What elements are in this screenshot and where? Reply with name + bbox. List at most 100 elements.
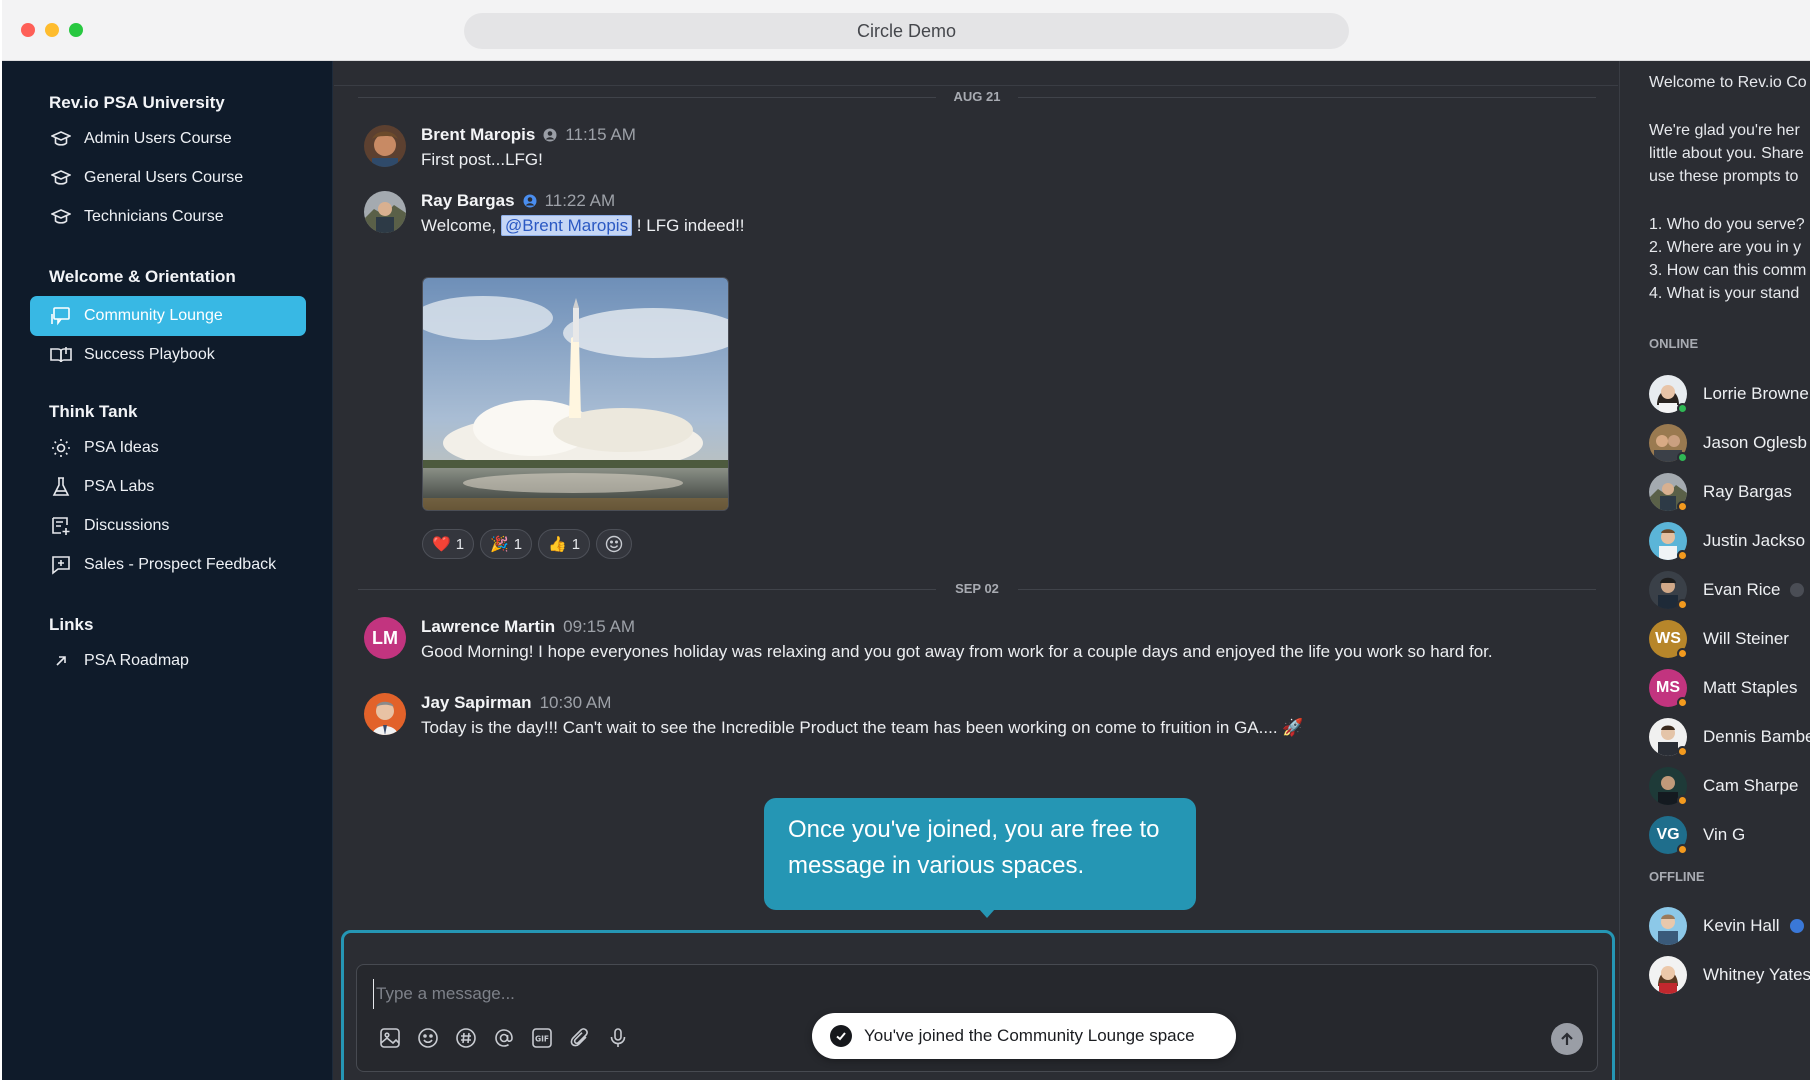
- sidebar-item-psa-labs[interactable]: PSA Labs: [30, 467, 306, 507]
- member-name: Matt Staples: [1703, 678, 1798, 697]
- reaction-party[interactable]: 🎉 1: [480, 529, 533, 559]
- divider: [334, 85, 1618, 86]
- avatar: [1649, 375, 1688, 414]
- attachment-button[interactable]: [567, 1025, 593, 1051]
- avatar: [1649, 571, 1688, 610]
- section-title-think-tank: Think Tank: [49, 402, 138, 421]
- arrow-up-icon: [1561, 1032, 1573, 1045]
- onboarding-tooltip: Once you've joined, you are free to mess…: [764, 798, 1196, 910]
- reaction-heart[interactable]: ❤️ 1: [422, 529, 475, 559]
- mention-button[interactable]: [491, 1025, 517, 1051]
- member-item[interactable]: MS Matt Staples: [1649, 668, 1798, 708]
- online-section-label: ONLINE: [1649, 336, 1699, 351]
- status-away-dot: [1677, 844, 1688, 855]
- thumbs-up-emoji: 👍: [548, 536, 567, 553]
- sidebar-item-community-lounge[interactable]: Community Lounge: [30, 296, 306, 336]
- reaction-thumbs-up[interactable]: 👍 1: [538, 529, 591, 559]
- emoji-button[interactable]: [415, 1025, 441, 1051]
- check-circle-icon: [830, 1025, 852, 1047]
- space-description-line: little about you. Share: [1649, 145, 1804, 162]
- member-badge: [1790, 583, 1805, 597]
- member-item[interactable]: WS Will Steiner: [1649, 619, 1789, 659]
- status-away-dot: [1677, 795, 1688, 806]
- member-item[interactable]: Kevin Hall: [1649, 906, 1804, 946]
- message-author[interactable]: Jay Sapirman: [421, 693, 532, 713]
- avatar[interactable]: [364, 191, 406, 233]
- admin-badge-icon: [523, 194, 537, 208]
- sidebar-item-label: PSA Ideas: [84, 439, 159, 456]
- message-author[interactable]: Lawrence Martin: [421, 617, 555, 637]
- book-icon: [50, 344, 72, 366]
- status-away-dot: [1677, 501, 1688, 512]
- member-item[interactable]: Justin Jackso: [1649, 521, 1805, 561]
- avatar[interactable]: LM: [364, 617, 406, 659]
- send-button[interactable]: [1551, 1023, 1583, 1055]
- member-name: Ray Bargas: [1703, 482, 1792, 501]
- member-item[interactable]: Evan Rice: [1649, 570, 1805, 610]
- message-author[interactable]: Ray Bargas: [421, 191, 515, 211]
- member-item[interactable]: Jason Oglesb: [1649, 423, 1807, 463]
- sidebar-item-label: PSA Labs: [84, 478, 155, 495]
- smiley-icon: [418, 1028, 438, 1048]
- at-sign-icon: [495, 1029, 513, 1047]
- avatar: WS: [1649, 620, 1688, 659]
- message-time: 09:15 AM: [563, 617, 635, 636]
- zoom-window-button[interactable]: [69, 23, 83, 37]
- discussion-icon: [50, 515, 72, 537]
- member-item[interactable]: Dennis Bambe: [1649, 717, 1810, 757]
- message-author[interactable]: Brent Maropis: [421, 125, 535, 145]
- member-item[interactable]: Cam Sharpe: [1649, 766, 1798, 806]
- message-time: 11:22 AM: [544, 191, 616, 210]
- section-title-links: Links: [49, 615, 94, 634]
- member-item[interactable]: VG Vin G: [1649, 815, 1745, 855]
- avatar: VG: [1649, 816, 1688, 855]
- graduation-cap-icon: [50, 206, 72, 228]
- space-description-line: use these prompts to: [1649, 168, 1799, 185]
- member-name: Jason Oglesb: [1703, 433, 1807, 452]
- user-mention[interactable]: @Brent Maropis: [501, 215, 633, 236]
- image-attachment[interactable]: [422, 277, 729, 511]
- sidebar-item-discussions[interactable]: Discussions: [30, 506, 306, 546]
- sidebar-item-label: Sales - Prospect Feedback: [84, 556, 277, 573]
- party-emoji: 🎉: [490, 536, 509, 553]
- member-item[interactable]: Ray Bargas: [1649, 472, 1792, 512]
- title-bar: Circle Demo: [2, 0, 1810, 61]
- sidebar-item-label: Admin Users Course: [84, 130, 232, 147]
- sidebar-item-psa-roadmap[interactable]: PSA Roadmap: [30, 641, 306, 681]
- member-badge-icon: [543, 128, 557, 142]
- sidebar-item-technicians-course[interactable]: Technicians Course: [30, 197, 306, 237]
- date-label: AUG 21: [953, 89, 1001, 104]
- reaction-count: 1: [571, 535, 581, 553]
- joined-toast: You've joined the Community Lounge space: [812, 1013, 1236, 1059]
- member-name: Whitney Yates: [1703, 965, 1810, 984]
- sidebar-item-psa-ideas[interactable]: PSA Ideas: [30, 428, 306, 468]
- sidebar-item-general-users-course[interactable]: General Users Course: [30, 158, 306, 198]
- composer-toolbar: GIF: [377, 1025, 631, 1051]
- sidebar-item-label: Success Playbook: [84, 346, 215, 363]
- avatar: [1649, 473, 1688, 512]
- sidebar-item-admin-users-course[interactable]: Admin Users Course: [30, 119, 306, 159]
- sidebar-item-sales-prospect-feedback[interactable]: Sales - Prospect Feedback: [30, 545, 306, 585]
- date-separator: AUG 21: [358, 87, 1596, 107]
- svg-text:GIF: GIF: [535, 1035, 549, 1044]
- avatar[interactable]: [364, 125, 406, 167]
- gif-button[interactable]: GIF: [529, 1025, 555, 1051]
- paperclip-icon: [570, 1028, 588, 1047]
- close-window-button[interactable]: [21, 23, 35, 37]
- image-upload-button[interactable]: [377, 1025, 403, 1051]
- member-item[interactable]: Lorrie Browne: [1649, 374, 1809, 414]
- minimize-window-button[interactable]: [45, 23, 59, 37]
- members-panel: Welcome to Rev.io Co We're glad you're h…: [1619, 61, 1810, 1080]
- member-item[interactable]: Whitney Yates: [1649, 955, 1810, 995]
- hashtag-button[interactable]: [453, 1025, 479, 1051]
- sidebar-item-label: Discussions: [84, 517, 170, 534]
- sidebar-item-success-playbook[interactable]: Success Playbook: [30, 335, 306, 375]
- member-name: Evan Rice: [1703, 580, 1781, 599]
- voice-button[interactable]: [605, 1025, 631, 1051]
- window-title: Circle Demo: [464, 13, 1349, 49]
- date-label: SEP 02: [955, 581, 999, 596]
- image-icon: [380, 1028, 400, 1048]
- add-reaction-button[interactable]: [596, 529, 633, 559]
- avatar[interactable]: [364, 693, 406, 735]
- message-input[interactable]: [373, 979, 1373, 1009]
